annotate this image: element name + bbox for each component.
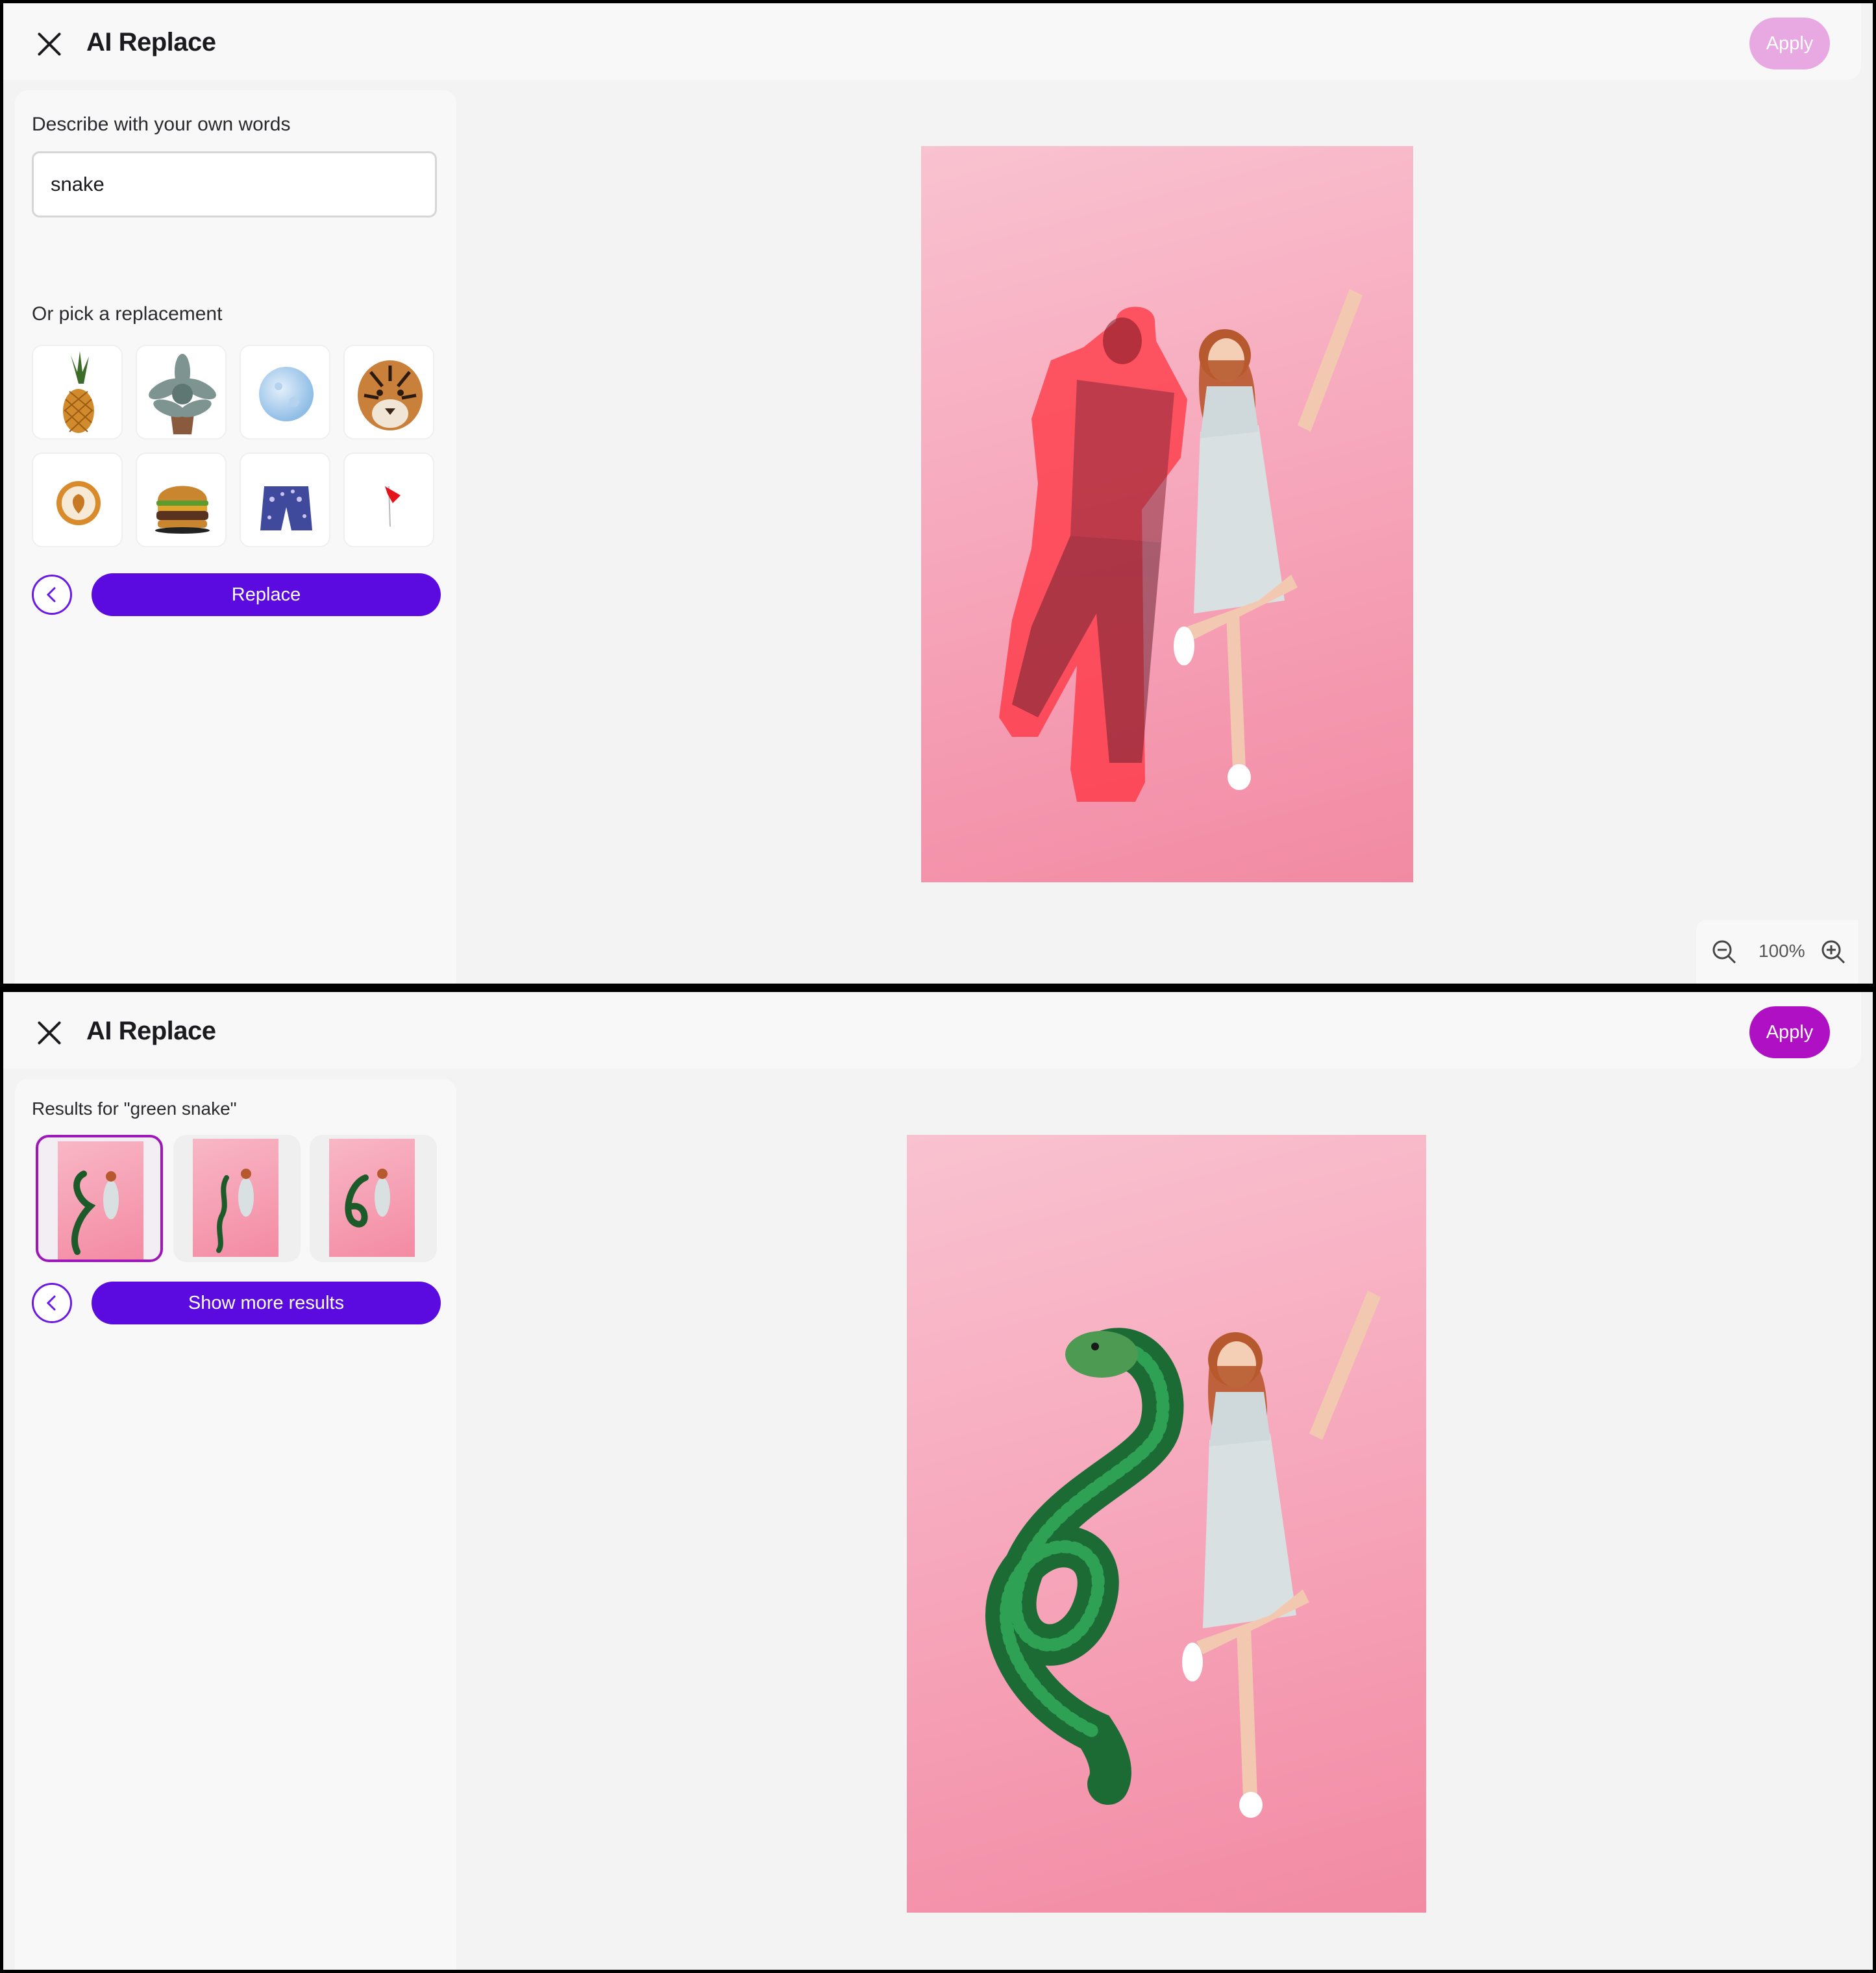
show-more-results-button[interactable]: Show more results [92, 1282, 441, 1324]
replacement-pineapple[interactable] [32, 345, 123, 440]
ai-replace-screen-results: AI Replace Apply Results for "green snak… [3, 992, 1873, 1970]
tiger-icon [358, 360, 423, 430]
chevron-left-icon [46, 1295, 56, 1311]
result-thumbnail-3[interactable] [310, 1135, 437, 1262]
replacement-burger[interactable] [136, 453, 227, 547]
replacement-succulent[interactable] [136, 345, 227, 440]
results-panel: Results for "green snake" Show more resu… [15, 1079, 456, 1970]
zoom-in-icon[interactable] [1820, 938, 1847, 965]
close-icon[interactable] [36, 1019, 63, 1047]
back-button[interactable] [32, 575, 72, 615]
pick-label: Or pick a replacement [32, 303, 223, 325]
result-image [58, 1141, 143, 1259]
result-image [329, 1139, 415, 1257]
photo-scene [985, 1291, 1381, 1818]
replacement-flag[interactable] [343, 453, 434, 547]
latte-icon [56, 481, 101, 525]
replace-button[interactable]: Replace [92, 573, 441, 616]
shorts-icon [260, 486, 312, 530]
apply-button[interactable]: Apply [1749, 1006, 1830, 1058]
canvas-photo[interactable] [921, 146, 1413, 882]
top-bar: AI Replace Apply [3, 992, 1861, 1069]
result-thumbnail-1[interactable] [36, 1135, 163, 1262]
describe-label: Describe with your own words [32, 114, 291, 135]
pineapple-icon [63, 351, 94, 433]
woman-figure [1174, 289, 1363, 790]
back-button[interactable] [32, 1283, 72, 1323]
zoom-level: 100% [1759, 941, 1805, 961]
result-image [193, 1139, 278, 1257]
page-title: AI Replace [86, 1017, 216, 1045]
succulent-icon [149, 354, 216, 434]
replacement-tiger[interactable] [343, 345, 434, 440]
zoom-controls: 100% [1696, 920, 1858, 984]
page-title: AI Replace [86, 28, 216, 56]
results-label: Results for "green snake" [32, 1098, 237, 1119]
woman-figure [1182, 1291, 1381, 1818]
prompt-input[interactable] [32, 151, 437, 217]
result-thumbnail-2[interactable] [173, 1135, 301, 1262]
burger-icon [155, 486, 210, 534]
green-snake [985, 1328, 1184, 1805]
replacement-moon[interactable] [240, 345, 330, 440]
canvas-photo[interactable] [907, 1135, 1426, 1913]
ai-replace-screen-input: AI Replace Apply Describe with your own … [3, 3, 1873, 984]
moon-icon [259, 367, 314, 421]
zoom-out-icon[interactable] [1710, 938, 1738, 965]
replacement-latte[interactable] [32, 453, 123, 547]
flag-icon [385, 486, 401, 527]
chevron-left-icon [46, 587, 56, 602]
replace-panel: Describe with your own words Or pick a r… [15, 90, 456, 984]
photo-scene [999, 289, 1363, 802]
apply-button[interactable]: Apply [1749, 18, 1830, 69]
top-bar: AI Replace Apply [3, 3, 1861, 80]
close-icon[interactable] [36, 31, 63, 58]
replacement-shorts[interactable] [240, 453, 330, 547]
